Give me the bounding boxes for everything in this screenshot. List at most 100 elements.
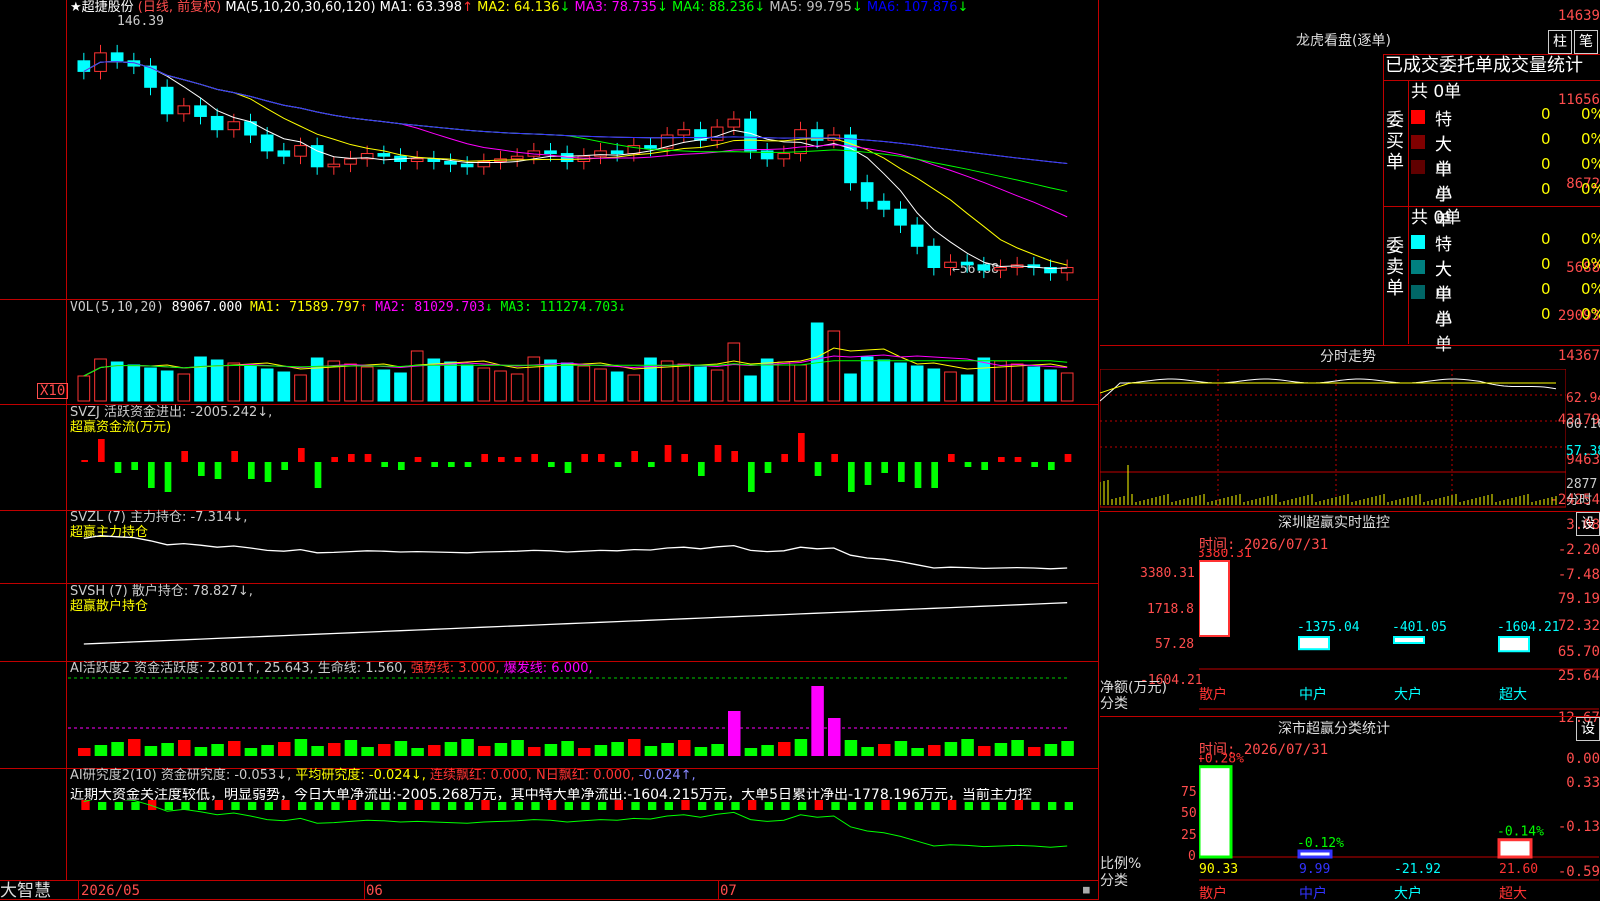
research-bar (714, 802, 723, 810)
candle-body (177, 105, 191, 115)
stock-title[interactable]: ★超捷股份 (70, 0, 134, 15)
class-settings-button[interactable]: 设 (1576, 717, 1600, 741)
candle-body (710, 126, 724, 141)
activity-bar (628, 739, 641, 756)
research-bar (731, 802, 740, 810)
flow-bar (148, 462, 155, 488)
volume-bar (144, 367, 157, 402)
volume-bar (110, 361, 124, 402)
activity-bar (578, 748, 591, 756)
tab-bar-chart[interactable]: 柱 (1548, 30, 1572, 54)
flow-bar (514, 457, 522, 462)
volume-bar (94, 358, 107, 402)
activity-bar (728, 711, 741, 756)
activity-bar (328, 743, 341, 756)
ma-legend-label-5: MA5: (765, 0, 807, 15)
flow-bar (381, 462, 388, 467)
flow-bar (681, 454, 688, 462)
activity-bar (894, 741, 908, 756)
ai-research-chart[interactable] (68, 800, 1098, 880)
sell-row-count: 0 (1541, 255, 1551, 273)
activity-bar (494, 743, 508, 756)
tab-tick[interactable]: 笔 (1574, 30, 1598, 54)
class-bar-value: -21.92 (1394, 862, 1441, 877)
candle-body (460, 163, 474, 168)
research-bar (948, 800, 957, 810)
flow-bar (631, 451, 638, 462)
activity-bar (211, 744, 224, 756)
research-bar (914, 802, 923, 810)
activity-bar (711, 744, 724, 756)
retail-holding-line (83, 602, 1068, 645)
stats-mid-line (1383, 206, 1600, 207)
research-bar (414, 800, 423, 810)
class-bar-3: -21.92 大户 (1394, 862, 1441, 900)
price-chart[interactable] (68, 14, 1098, 299)
volume-bar (77, 375, 91, 402)
class-bar-rect (1497, 838, 1533, 859)
volume-bar (194, 356, 207, 402)
candle-body (210, 115, 224, 131)
research-bar (698, 802, 707, 810)
candle-body (927, 245, 941, 269)
candle-body (977, 264, 991, 271)
candle-body (594, 150, 607, 157)
volume-bar (1010, 363, 1024, 402)
activity-bar (911, 748, 924, 756)
flow-bar (714, 445, 722, 462)
ma-line-120 (83, 61, 1068, 165)
candle-body (860, 182, 874, 202)
monitor-settings-button[interactable]: 设 (1576, 512, 1600, 536)
intraday-chart[interactable] (1100, 369, 1566, 509)
volume-bar (294, 374, 307, 402)
research-bar (198, 802, 207, 810)
volume-bar (577, 365, 591, 402)
flow-bar (248, 462, 255, 479)
activity-bar (394, 741, 408, 756)
activity-bar (1044, 744, 1058, 756)
svzl-chart[interactable] (68, 520, 1098, 580)
class-bar-value: 9.99 (1299, 862, 1330, 877)
class-bar-category: 散户 (1199, 885, 1227, 900)
lock-icon[interactable]: ■ (1083, 883, 1090, 897)
activity-bar (228, 741, 241, 756)
research-bar (131, 802, 140, 810)
research-bar (298, 802, 307, 810)
volume-bar (960, 374, 974, 402)
date-divider-2 (364, 880, 365, 900)
monitor-bar-value: 3380.31 (1199, 549, 1252, 561)
monitor-bar-1: 3380.31 散户 (1199, 549, 1252, 703)
activity-bar (94, 745, 108, 756)
period-label[interactable]: (日线, 前复权) (138, 0, 221, 15)
research-bar (264, 802, 273, 810)
sell-row-pct: 0% (1581, 280, 1600, 298)
volume-bar (1044, 369, 1057, 402)
activity-bar (244, 748, 258, 756)
research-bar (281, 800, 290, 810)
volume-chart[interactable] (68, 313, 1098, 403)
research-bar (348, 800, 357, 810)
color-swatch-icon (1411, 310, 1425, 324)
research-bar (614, 800, 623, 810)
activity-bar (694, 747, 708, 756)
activity-bar (878, 744, 891, 756)
volume-bar (460, 364, 474, 402)
volume-bar (277, 371, 291, 402)
ai-activity-chart[interactable] (68, 668, 1098, 763)
flow-bar (281, 462, 288, 470)
svzj-chart[interactable] (68, 428, 1098, 508)
research-bar (498, 802, 507, 810)
svsh-chart[interactable] (68, 594, 1098, 654)
research-bar (564, 802, 573, 810)
flow-bar (198, 462, 205, 476)
research-bar (981, 802, 990, 810)
date-label-may: 2026/05 (81, 883, 141, 899)
ma-legend-value-4: 88.236 (708, 0, 755, 15)
intraday-tick-3: 57.38 (1566, 444, 1600, 459)
color-swatch-icon (1411, 285, 1425, 299)
monitor-chart[interactable]: 3380.31 散户 -1375.04 中户 -401.05 大户 -1604.21 超大 (1199, 549, 1599, 714)
class-chart[interactable]: +0.28% 90.33 散户 -0.12% 9.99 中户 -21.92 大户 -0.14% 2… (1199, 750, 1599, 900)
activity-bar (361, 747, 374, 756)
ma-legend-label-1: MA1: (379, 0, 417, 15)
class-bar-rect (1297, 849, 1333, 859)
